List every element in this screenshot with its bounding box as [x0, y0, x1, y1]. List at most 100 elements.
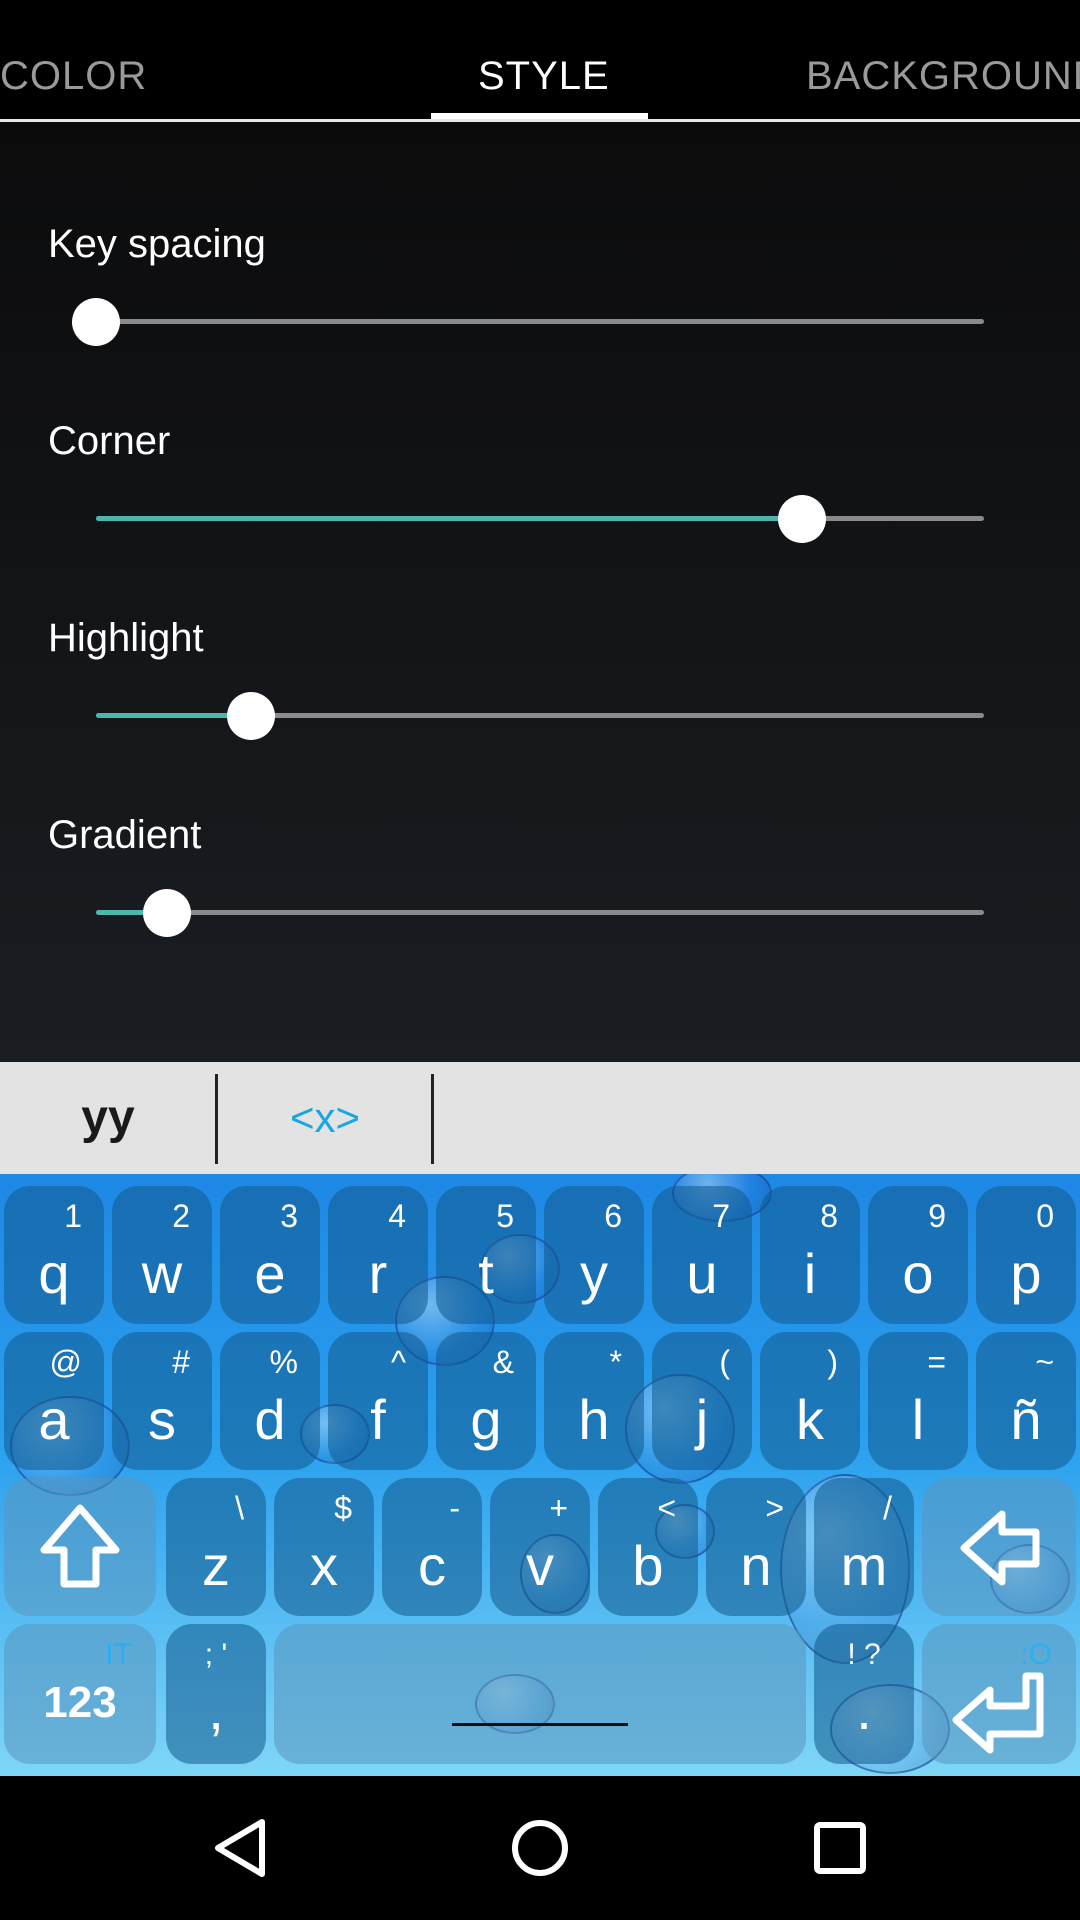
key-hint: < — [657, 1490, 676, 1526]
back-triangle-icon[interactable] — [208, 1816, 272, 1880]
key-hint: ^ — [390, 1344, 406, 1380]
tab-color[interactable]: COLOR — [0, 54, 147, 99]
suggestion-bar: yy <x> — [0, 1062, 1080, 1174]
key-e[interactable]: 3e — [220, 1186, 320, 1324]
enter-key[interactable]: :O — [922, 1624, 1076, 1764]
key-label: z — [202, 1534, 230, 1597]
slider-thumb[interactable] — [777, 495, 826, 543]
period-key[interactable]: ! ? . — [814, 1624, 914, 1764]
key-hint: ~ — [1035, 1344, 1054, 1380]
key-p[interactable]: 0p — [976, 1186, 1076, 1324]
key-label: o — [902, 1242, 934, 1305]
key-d[interactable]: % d — [220, 1332, 320, 1470]
key-x[interactable]: $ x — [274, 1478, 374, 1616]
key-y[interactable]: 6y — [544, 1186, 644, 1324]
key-hint: 4 — [388, 1198, 406, 1234]
key-hint: 6 — [604, 1198, 622, 1234]
key-label: q — [38, 1242, 70, 1305]
key-l[interactable]: = l — [868, 1332, 968, 1470]
key-t[interactable]: 5t — [436, 1186, 536, 1324]
space-key[interactable] — [274, 1624, 806, 1764]
key-spacing-slider[interactable] — [72, 297, 984, 347]
key-u[interactable]: 7u — [652, 1186, 752, 1324]
key-label: 123 — [43, 1678, 117, 1727]
style-settings-panel: Key spacing Corner Highlight Gradient — [0, 122, 1080, 1062]
slider-fill — [96, 516, 802, 521]
key-label: u — [686, 1242, 718, 1305]
key-h[interactable]: * h — [544, 1332, 644, 1470]
key-a[interactable]: @ a — [4, 1332, 104, 1470]
key-b[interactable]: < b — [598, 1478, 698, 1616]
key-hint: @ — [49, 1344, 82, 1380]
key-label: , — [208, 1678, 224, 1741]
numbers-key[interactable]: IT 123 — [4, 1624, 156, 1764]
key-label: j — [695, 1388, 709, 1451]
tab-style[interactable]: STYLE — [478, 54, 610, 99]
key-s[interactable]: # s — [112, 1332, 212, 1470]
key-hint: # — [172, 1344, 190, 1380]
comma-key[interactable]: ; ' , — [166, 1624, 266, 1764]
key-label: ñ — [1010, 1388, 1042, 1451]
language-hint: IT — [105, 1638, 132, 1671]
key-ñ[interactable]: ~ ñ — [976, 1332, 1076, 1470]
tab-bar: COLOR STYLE BACKGROUND — [0, 0, 1080, 122]
key-hint: 0 — [1036, 1198, 1054, 1234]
highlight-slider[interactable] — [96, 691, 984, 741]
key-m[interactable]: / m — [814, 1478, 914, 1616]
emoji-hint: :O — [1020, 1638, 1052, 1671]
key-hint: 1 — [64, 1198, 82, 1234]
slider-track — [96, 319, 984, 324]
key-hint: ) — [827, 1344, 838, 1380]
key-hint: ! ? — [847, 1638, 881, 1671]
key-hint: ; ' — [204, 1638, 228, 1671]
key-hint: 3 — [280, 1198, 298, 1234]
key-label: f — [370, 1388, 386, 1451]
key-label: p — [1010, 1242, 1042, 1305]
key-label: b — [632, 1534, 664, 1597]
shift-key[interactable] — [4, 1478, 156, 1616]
slider-thumb[interactable] — [143, 889, 192, 937]
key-label: n — [740, 1534, 772, 1597]
key-label: s — [148, 1388, 176, 1451]
key-n[interactable]: > n — [706, 1478, 806, 1616]
key-label: d — [254, 1388, 286, 1451]
backspace-key[interactable] — [922, 1478, 1076, 1616]
suggestion-item[interactable]: <x> — [218, 1062, 432, 1174]
recents-square-icon[interactable] — [808, 1816, 872, 1880]
key-hint: ( — [719, 1344, 730, 1380]
key-w[interactable]: 2w — [112, 1186, 212, 1324]
key-label: c — [418, 1534, 446, 1597]
slider-thumb[interactable] — [72, 298, 120, 346]
key-q[interactable]: 1q — [4, 1186, 104, 1324]
key-label: m — [840, 1534, 888, 1597]
corner-slider[interactable] — [96, 494, 984, 544]
key-i[interactable]: 8i — [760, 1186, 860, 1324]
gradient-label: Gradient — [48, 813, 202, 857]
key-z[interactable]: \ z — [166, 1478, 266, 1616]
key-v[interactable]: + v — [490, 1478, 590, 1616]
key-hint: & — [492, 1344, 514, 1380]
key-hint: 2 — [172, 1198, 190, 1234]
key-o[interactable]: 9o — [868, 1186, 968, 1324]
key-hint: = — [927, 1344, 946, 1380]
key-g[interactable]: & g — [436, 1332, 536, 1470]
key-label: t — [478, 1242, 494, 1305]
key-label: a — [38, 1388, 70, 1451]
suggestion-item[interactable]: yy — [0, 1062, 216, 1174]
tab-background[interactable]: BACKGROUND — [806, 54, 1080, 99]
key-label: v — [526, 1534, 554, 1597]
key-hint: 5 — [496, 1198, 514, 1234]
shift-arrow-icon — [40, 1504, 120, 1588]
key-f[interactable]: ^ f — [328, 1332, 428, 1470]
slider-thumb[interactable] — [227, 692, 276, 740]
key-label: r — [368, 1242, 388, 1305]
key-j[interactable]: (j — [652, 1332, 752, 1470]
gradient-slider[interactable] — [96, 888, 984, 938]
key-hint: 7 — [712, 1198, 730, 1234]
home-circle-icon[interactable] — [508, 1816, 572, 1880]
key-spacing-label: Key spacing — [48, 222, 266, 266]
key-k[interactable]: ) k — [760, 1332, 860, 1470]
key-hint: \ — [235, 1490, 244, 1526]
key-c[interactable]: -c — [382, 1478, 482, 1616]
key-r[interactable]: 4r — [328, 1186, 428, 1324]
